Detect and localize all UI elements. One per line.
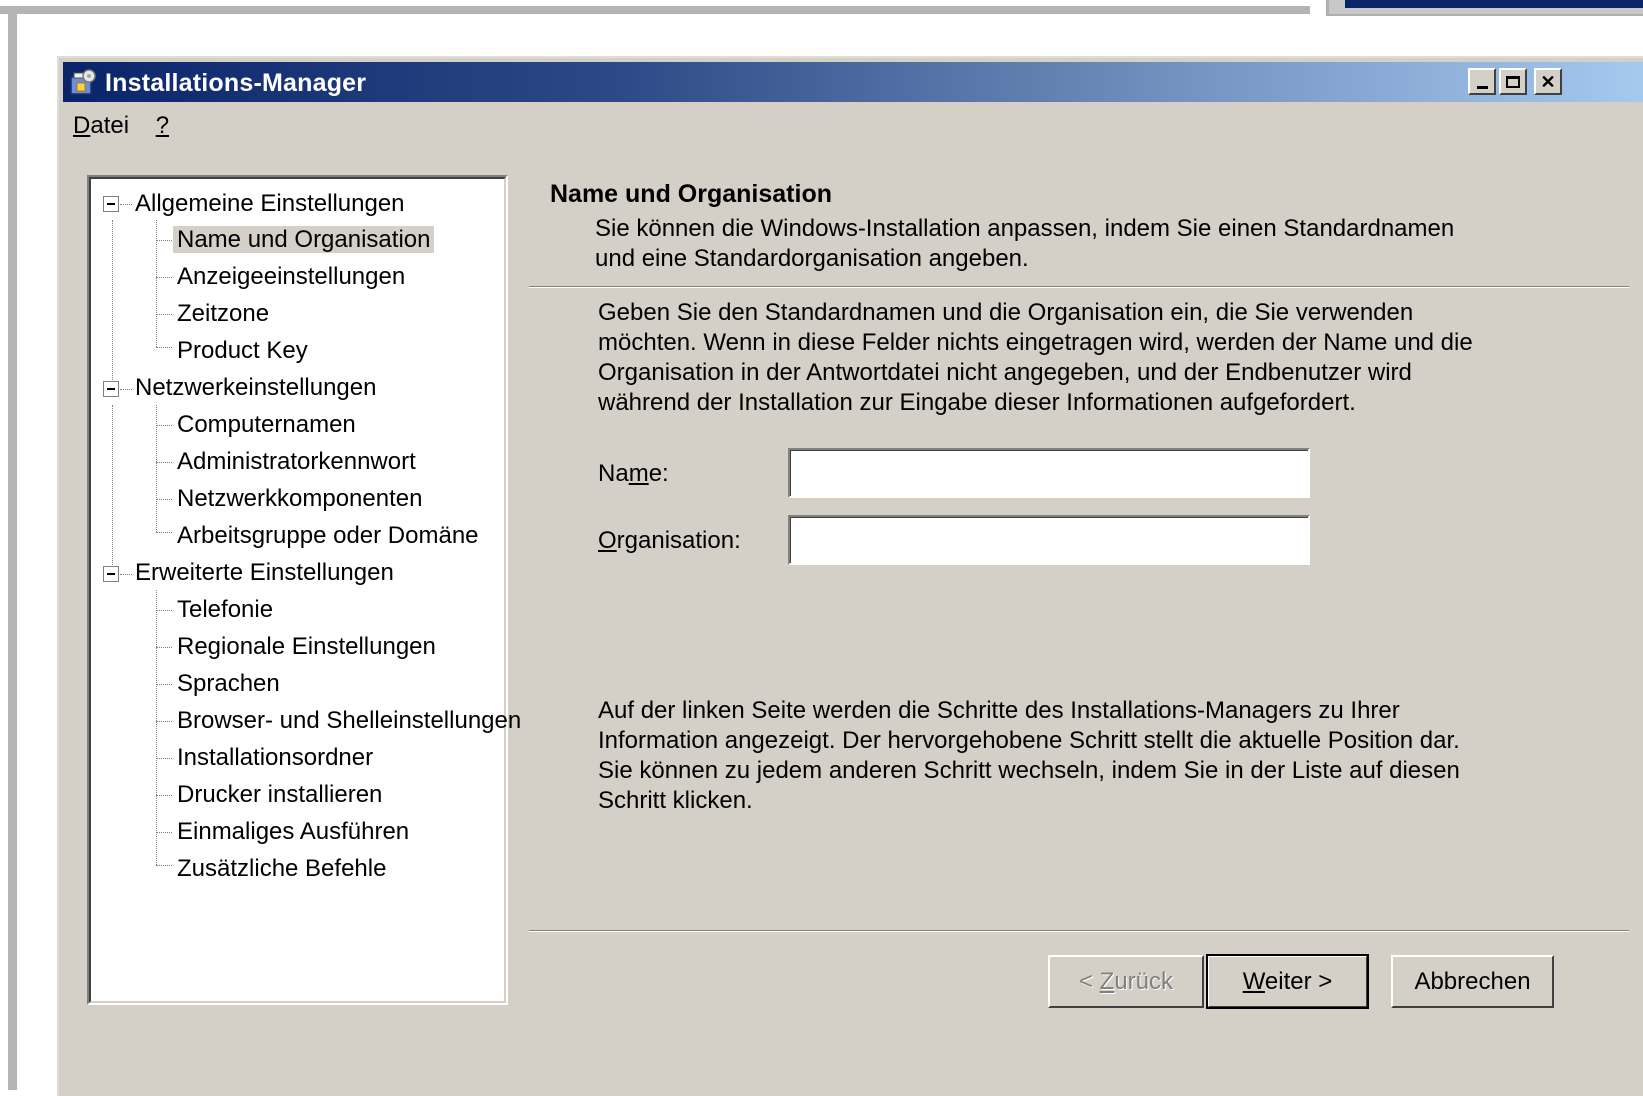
menu-help[interactable]: ? [156, 112, 169, 140]
tree-item-anzeigeeinstellungen[interactable]: Anzeigeeinstellungen [177, 260, 405, 294]
page-title: Name und Organisation [550, 180, 832, 208]
tree-item-sprachen[interactable]: Sprachen [177, 667, 280, 701]
cancel-button[interactable]: Abbrechen [1391, 955, 1554, 1008]
tree-item-zeitzone[interactable]: Zeitzone [177, 297, 269, 331]
tree-item-computernamen[interactable]: Computernamen [177, 408, 356, 442]
tree-item-browser-shell[interactable]: Browser- und Shelleinstellungen [177, 704, 521, 738]
collapse-icon[interactable] [103, 381, 119, 397]
installations-manager-window: Installations-Manager ✕ Datei ? Allgemei… [57, 56, 1643, 1096]
collapse-icon[interactable] [103, 566, 119, 582]
tree-group-netzwerk[interactable]: Netzwerkeinstellungen [135, 371, 376, 405]
header-divider [529, 286, 1629, 288]
back-button[interactable]: < Zurück [1048, 955, 1204, 1008]
tree-item-installationsordner[interactable]: Installationsordner [177, 741, 373, 775]
background-window-corner [1326, 0, 1643, 16]
tree-group-erweiterte[interactable]: Erweiterte Einstellungen [135, 556, 394, 590]
tree-item-administratorkennwort[interactable]: Administratorkennwort [177, 445, 416, 479]
footer-divider [529, 930, 1629, 932]
tree-item-name-und-organisation[interactable]: Name und Organisation [173, 223, 435, 257]
setup-manager-icon [70, 69, 96, 95]
background-frame-top [0, 6, 1310, 14]
menu-file[interactable]: Datei [73, 112, 129, 140]
minimize-icon [1476, 86, 1488, 89]
close-button[interactable]: ✕ [1534, 68, 1562, 95]
tree-item-telefonie[interactable]: Telefonie [177, 593, 273, 627]
background-frame-left [8, 6, 17, 1090]
organisation-input[interactable] [788, 515, 1310, 565]
name-label: Name: [598, 460, 669, 487]
tree-item-product-key[interactable]: Product Key [177, 334, 308, 368]
menu-bar: Datei ? [73, 112, 189, 140]
organisation-label: Organisation: [598, 527, 741, 554]
name-input[interactable] [788, 448, 1310, 498]
tree-item-drucker[interactable]: Drucker installieren [177, 778, 382, 812]
title-bar[interactable]: Installations-Manager ✕ [63, 62, 1643, 102]
minimize-button[interactable] [1468, 68, 1496, 95]
info-text: Auf der linken Seite werden die Schritte… [598, 697, 1460, 814]
close-icon: ✕ [1540, 71, 1556, 92]
tree-group-allgemeine[interactable]: Allgemeine Einstellungen [135, 187, 405, 221]
page-description: Sie können die Windows-Installation anpa… [595, 215, 1455, 272]
maximize-button[interactable] [1499, 68, 1527, 95]
next-button[interactable]: Weiter > [1206, 954, 1369, 1009]
tree-item-netzwerkkomponenten[interactable]: Netzwerkkomponenten [177, 482, 422, 516]
window-title: Installations-Manager [105, 69, 367, 97]
collapse-icon[interactable] [103, 196, 119, 212]
tree-item-regionale-einstellungen[interactable]: Regionale Einstellungen [177, 630, 436, 664]
tree-item-zusaetzliche-befehle[interactable]: Zusätzliche Befehle [177, 852, 386, 886]
tree-item-arbeitsgruppe[interactable]: Arbeitsgruppe oder Domäne [177, 519, 479, 553]
tree-item-einmaliges-ausfuehren[interactable]: Einmaliges Ausführen [177, 815, 409, 849]
intro-text: Geben Sie den Standardnamen und die Orga… [598, 299, 1473, 416]
steps-tree[interactable]: Allgemeine Einstellungen Name und Organi… [87, 175, 521, 1005]
maximize-icon [1506, 75, 1520, 88]
